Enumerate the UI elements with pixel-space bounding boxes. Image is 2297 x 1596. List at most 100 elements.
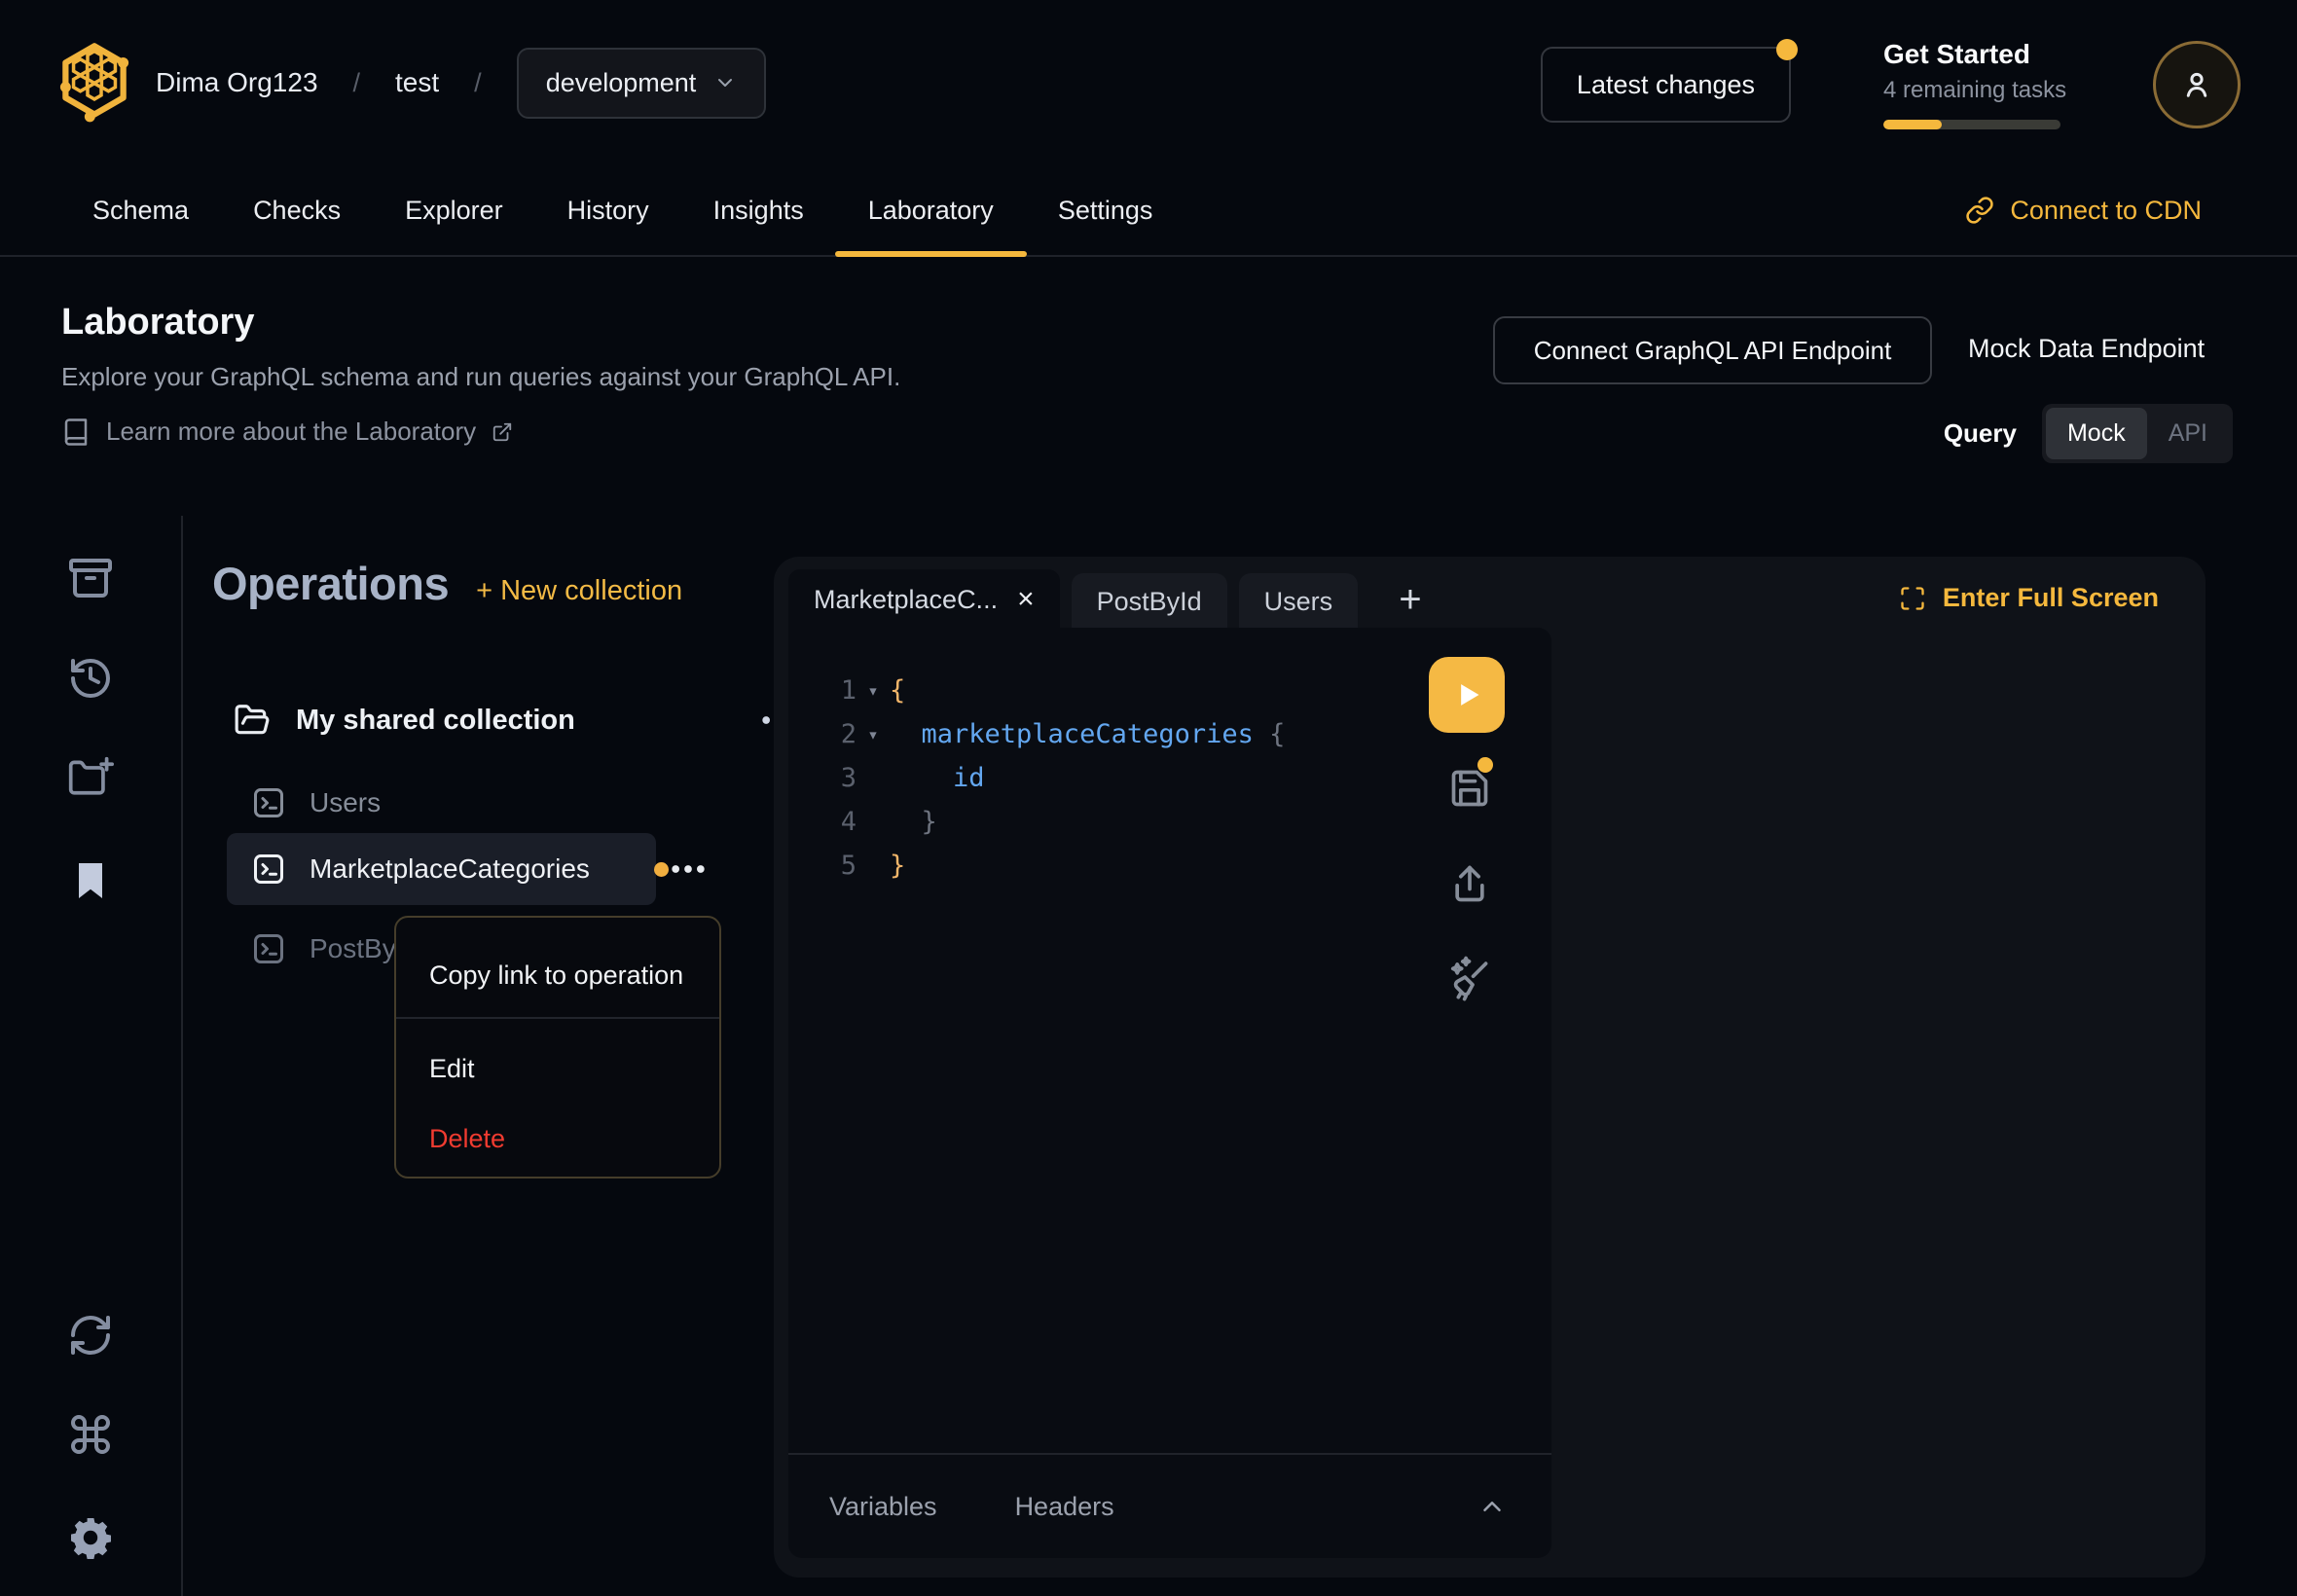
- query-editor[interactable]: 1 ▾ { 2 ▾ marketplaceCategories { 3 id 4…: [788, 628, 1551, 1558]
- add-tab-button[interactable]: +: [1385, 578, 1435, 622]
- share-operation-button[interactable]: [1448, 862, 1491, 905]
- editor-bottom-bar: Variables Headers: [788, 1453, 1551, 1558]
- tab-history[interactable]: History: [567, 165, 649, 255]
- unsaved-dot: [654, 862, 669, 877]
- tab-insights[interactable]: Insights: [713, 165, 804, 255]
- tab-laboratory[interactable]: Laboratory: [868, 165, 994, 255]
- editor-tab-post-by-id[interactable]: PostById: [1072, 573, 1227, 630]
- fold-marker[interactable]: ▾: [857, 680, 890, 702]
- target-selector-label: development: [546, 68, 697, 98]
- page-title: Laboratory: [61, 302, 254, 344]
- query-mode-api[interactable]: API: [2147, 408, 2229, 459]
- fold-marker[interactable]: ▾: [857, 724, 890, 745]
- operations-title: Operations: [212, 557, 449, 610]
- settings-gear-icon[interactable]: [67, 1514, 114, 1561]
- schema-archive-icon[interactable]: [67, 555, 114, 601]
- refresh-icon[interactable]: [67, 1312, 114, 1359]
- menu-divider: [396, 1017, 719, 1019]
- play-icon: [1447, 675, 1486, 714]
- tab-settings[interactable]: Settings: [1058, 165, 1153, 255]
- menu-item-delete[interactable]: Delete: [429, 1124, 505, 1154]
- get-started-progress: [1883, 120, 2060, 129]
- get-started-progress-fill: [1883, 120, 1942, 129]
- breadcrumb-separator: /: [474, 68, 482, 98]
- query-label: Query: [1944, 418, 2017, 449]
- share-upload-icon: [1448, 862, 1491, 905]
- collapse-panel-button[interactable]: [1477, 1492, 1507, 1521]
- code-line: 3 id: [788, 756, 1425, 800]
- unsaved-changes-dot: [1477, 757, 1493, 773]
- menu-item-copy-link[interactable]: Copy link to operation: [429, 961, 683, 991]
- headers-tab[interactable]: Headers: [1015, 1492, 1114, 1522]
- bookmark-icon[interactable]: [67, 857, 114, 904]
- page-description: Explore your GraphQL schema and run quer…: [61, 362, 900, 392]
- close-tab-icon[interactable]: ×: [1017, 583, 1035, 616]
- editor-tab-users[interactable]: Users: [1239, 573, 1359, 630]
- get-started-widget[interactable]: Get Started 4 remaining tasks: [1883, 39, 2078, 129]
- get-started-title: Get Started: [1883, 39, 2078, 70]
- fullscreen-icon: [1899, 585, 1926, 612]
- link-icon: [1965, 196, 1994, 225]
- new-collection-folder-icon[interactable]: [67, 755, 114, 802]
- operation-icon: [251, 852, 286, 887]
- person-icon: [2179, 67, 2214, 102]
- project-nav: Schema Checks Explorer History Insights …: [0, 165, 2297, 257]
- hive-logo-icon[interactable]: [56, 39, 132, 125]
- laboratory-editor-panel: MarketplaceC... × PostById Users + Enter…: [774, 557, 2206, 1578]
- operation-icon: [251, 785, 286, 820]
- history-icon[interactable]: [67, 655, 114, 702]
- external-link-icon: [492, 421, 513, 443]
- chevron-up-icon: [1477, 1492, 1507, 1521]
- tab-checks[interactable]: Checks: [253, 165, 341, 255]
- collection-name: My shared collection: [296, 705, 575, 737]
- mock-data-endpoint-button[interactable]: Mock Data Endpoint: [1968, 316, 2205, 381]
- ellipsis-icon: [667, 848, 710, 890]
- code-line: 1 ▾ {: [788, 669, 1425, 712]
- operation-icon: [251, 931, 286, 966]
- menu-item-edit[interactable]: Edit: [429, 1054, 475, 1084]
- variables-tab[interactable]: Variables: [829, 1492, 937, 1522]
- code-line: 2 ▾ marketplaceCategories {: [788, 712, 1425, 756]
- save-icon: [1448, 767, 1491, 810]
- operation-menu-button[interactable]: [667, 848, 710, 890]
- enter-fullscreen-button[interactable]: Enter Full Screen: [1899, 583, 2159, 613]
- save-operation-button[interactable]: [1448, 767, 1491, 810]
- operations-panel: Operations + New collection My shared co…: [181, 516, 779, 1596]
- run-query-button[interactable]: [1429, 657, 1505, 733]
- get-started-subtitle: 4 remaining tasks: [1883, 77, 2078, 104]
- broom-sparkles-icon: [1442, 953, 1493, 1003]
- tab-schema[interactable]: Schema: [92, 165, 189, 255]
- breadcrumb: Dima Org123 / test / development: [156, 0, 766, 165]
- latest-changes-label: Latest changes: [1577, 70, 1755, 100]
- query-mode-mock[interactable]: Mock: [2046, 408, 2147, 459]
- connect-cdn-link[interactable]: Connect to CDN: [1965, 165, 2202, 255]
- chevron-down-icon: [713, 71, 737, 94]
- breadcrumb-separator: /: [353, 68, 361, 98]
- code-line: 5 }: [788, 844, 1425, 888]
- notification-dot: [1776, 39, 1798, 60]
- code-area[interactable]: 1 ▾ { 2 ▾ marketplaceCategories { 3 id 4…: [788, 669, 1425, 888]
- operation-context-menu: Copy link to operation Edit Delete: [394, 916, 721, 1179]
- folder-open-icon: [234, 702, 271, 739]
- new-collection-button[interactable]: + New collection: [476, 575, 682, 607]
- learn-more-link[interactable]: Learn more about the Laboratory: [61, 417, 513, 447]
- top-bar: Dima Org123 / test / development Latest …: [0, 0, 2297, 165]
- prettify-button[interactable]: [1442, 953, 1493, 1003]
- operation-item-marketplace-categories[interactable]: MarketplaceCategories: [251, 845, 669, 893]
- user-avatar[interactable]: [2153, 41, 2241, 128]
- operation-item-users[interactable]: Users: [251, 779, 381, 827]
- breadcrumb-project[interactable]: test: [395, 67, 439, 98]
- query-mode-toggle: Mock API: [2042, 404, 2233, 463]
- tab-explorer[interactable]: Explorer: [405, 165, 503, 255]
- laboratory-side-rail: [0, 516, 183, 1596]
- nav-tab-list: Schema Checks Explorer History Insights …: [92, 165, 1152, 255]
- book-icon: [61, 417, 91, 447]
- connect-graphql-endpoint-button[interactable]: Connect GraphQL API Endpoint: [1493, 316, 1932, 384]
- command-shortcuts-icon[interactable]: [67, 1411, 114, 1458]
- breadcrumb-org[interactable]: Dima Org123: [156, 67, 318, 98]
- editor-tab-marketplace[interactable]: MarketplaceC... ×: [788, 569, 1060, 630]
- latest-changes-button[interactable]: Latest changes: [1541, 47, 1791, 123]
- code-line: 4 }: [788, 800, 1425, 844]
- target-selector[interactable]: development: [517, 48, 767, 119]
- query-mode-row: Query Mock API: [1944, 404, 2233, 463]
